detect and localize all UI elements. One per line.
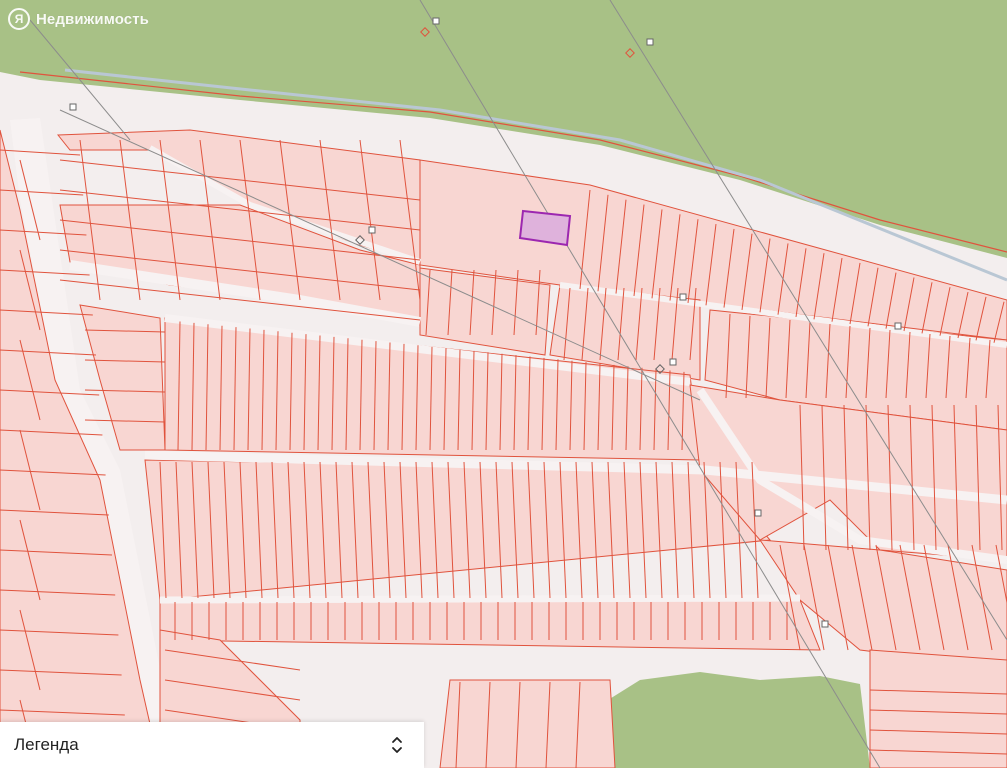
yandex-realty-logo[interactable]: Я Недвижимость (8, 6, 149, 32)
pole-marker[interactable] (754, 509, 762, 517)
brand-name: Недвижимость (36, 10, 149, 28)
lane-4 (159, 594, 801, 604)
yandex-logo-icon: Я (8, 8, 30, 30)
pole-marker[interactable] (894, 322, 902, 330)
cadastral-map[interactable] (0, 0, 1007, 768)
legend-label: Легенда (14, 735, 79, 754)
forest-area-south[interactable] (605, 672, 870, 768)
pole-marker[interactable] (69, 103, 77, 111)
selected-parcel[interactable] (518, 209, 572, 247)
pole-marker[interactable] (368, 226, 376, 234)
block-south-mid[interactable] (439, 679, 616, 768)
pole-marker[interactable] (646, 38, 654, 46)
pole-marker[interactable] (821, 620, 829, 628)
pole-marker[interactable] (432, 17, 440, 25)
pole-marker[interactable] (669, 358, 677, 366)
legend-toggle-panel[interactable]: Легенда (0, 722, 424, 768)
pole-marker[interactable] (679, 293, 687, 301)
chevron-up-down-icon[interactable] (390, 734, 404, 756)
